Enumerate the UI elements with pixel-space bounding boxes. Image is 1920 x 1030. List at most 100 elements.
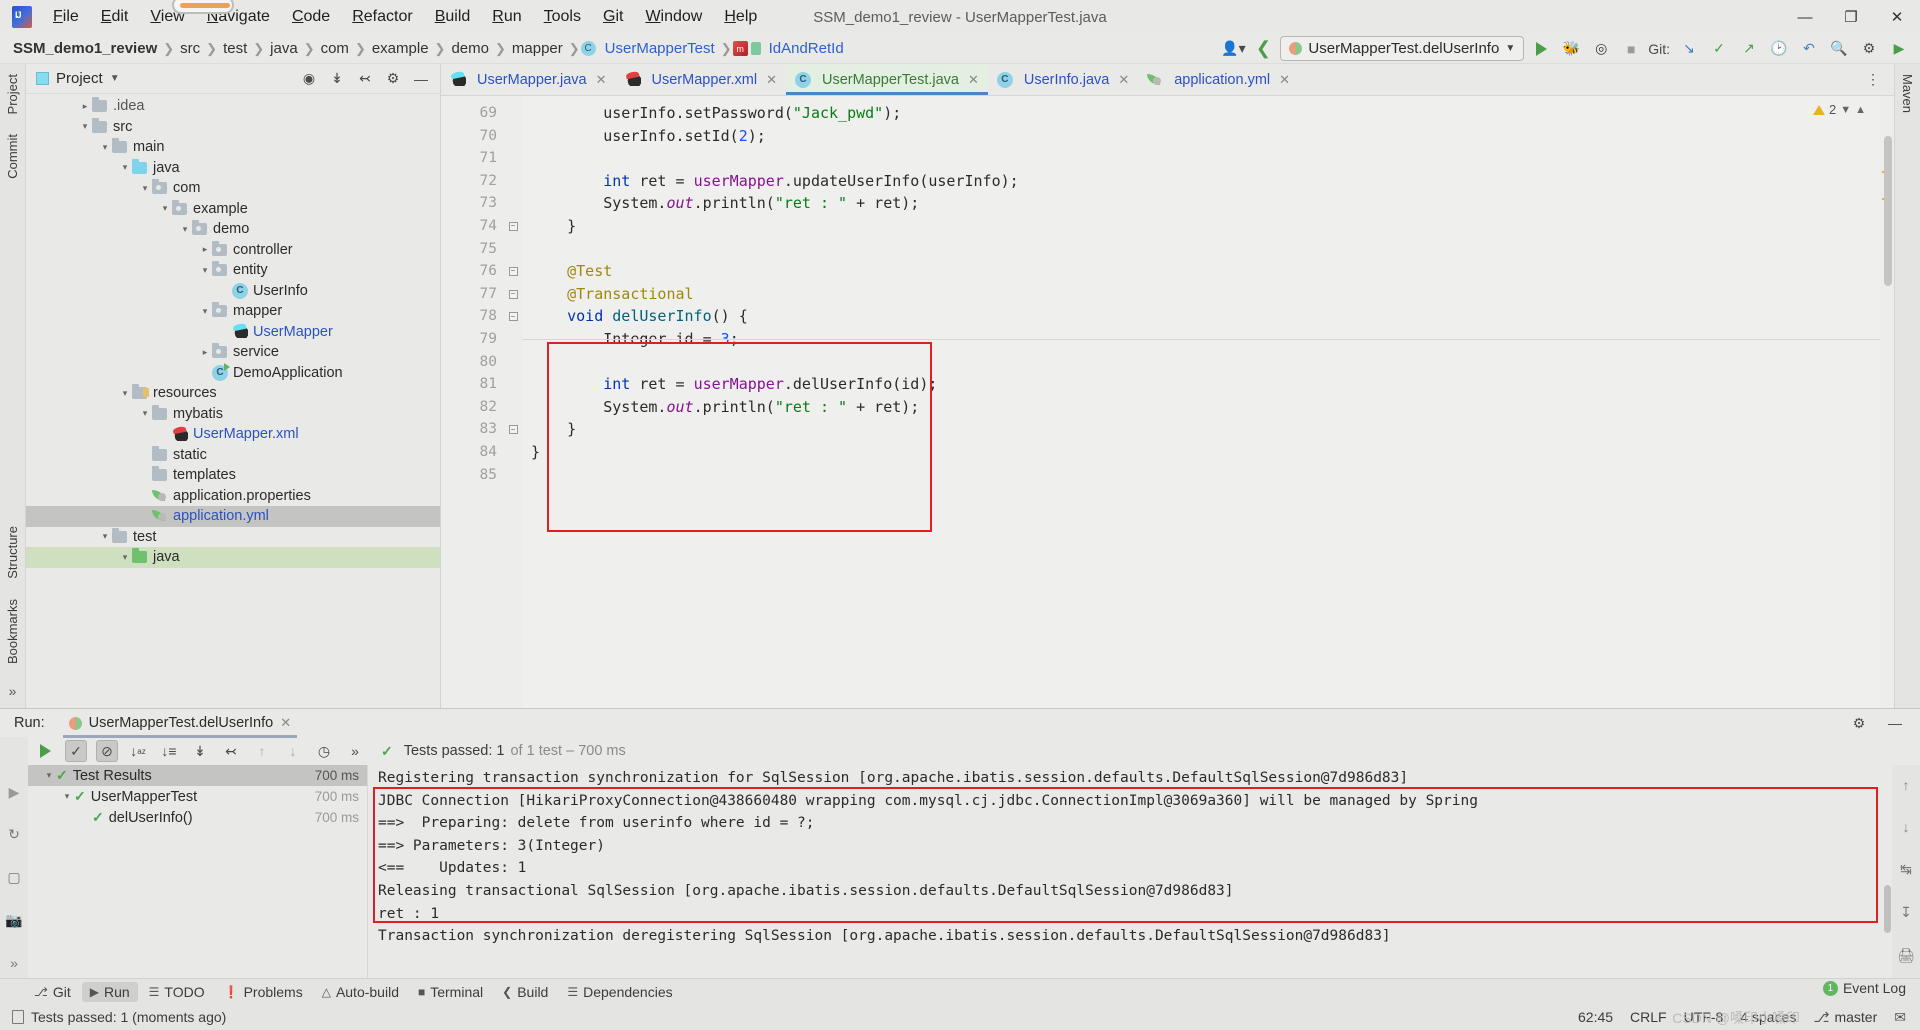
sidebar-tab-commit[interactable]: Commit — [1, 124, 24, 189]
editor-tab-usermappertest-java[interactable]: C UserMapperTest.java ✕ — [785, 64, 988, 95]
tree-toggle-arrow[interactable]: ▸ — [198, 347, 212, 358]
menu-refactor[interactable]: Refactor — [341, 4, 423, 30]
test-results-tree[interactable]: ▾ ✓ Test Results 700 ms ▾ ✓ UserMapperTest 700 … — [28, 765, 368, 978]
breadcrumb-item-demo[interactable]: demo ❯ — [446, 38, 506, 59]
line-separator[interactable]: CRLF — [1630, 1009, 1667, 1025]
more-tools-icon[interactable]: » — [2, 680, 24, 702]
fold-marker[interactable] — [503, 351, 523, 374]
test-history-icon[interactable]: ◷ — [313, 740, 335, 762]
scroll-from-source-icon[interactable]: ◉ — [296, 67, 322, 91]
indent-setting[interactable]: 4 spaces — [1740, 1009, 1796, 1025]
close-icon[interactable]: ✕ — [596, 72, 607, 88]
menu-git[interactable]: Git — [592, 4, 634, 30]
console-output[interactable]: Registering transaction synchronization … — [368, 765, 1892, 978]
user-avatar-icon[interactable]: 👤▾ — [1220, 37, 1246, 61]
project-settings-icon[interactable]: ⚙ — [380, 67, 406, 91]
fold-marker[interactable] — [503, 396, 523, 419]
tree-item-userinfo[interactable]: C UserInfo — [26, 281, 440, 302]
tree-item-mybatis[interactable]: ▾ mybatis — [26, 404, 440, 425]
tool-button-terminal[interactable]: ■ Terminal — [410, 982, 491, 1002]
next-failed-icon[interactable]: ↓ — [282, 740, 304, 762]
more-run-tools-icon[interactable]: » — [3, 953, 25, 972]
tree-toggle-arrow[interactable]: ▾ — [178, 224, 192, 235]
tree-item-mapper[interactable]: ▾ mapper — [26, 301, 440, 322]
editor-tab-usermapper-xml[interactable]: UserMapper.xml ✕ — [616, 64, 786, 95]
fold-marker[interactable] — [503, 192, 523, 215]
breadcrumb-item-src[interactable]: src ❯ — [175, 38, 218, 59]
file-encoding[interactable]: UTF-8 — [1684, 1009, 1724, 1025]
close-icon[interactable]: ✕ — [280, 715, 291, 731]
fold-marker[interactable]: − — [503, 305, 523, 328]
caret-position[interactable]: 62:45 — [1578, 1009, 1613, 1025]
tree-toggle-arrow[interactable]: ▸ — [78, 101, 92, 112]
fold-marker[interactable] — [503, 147, 523, 170]
breadcrumb-item-java[interactable]: java ❯ — [265, 38, 315, 59]
scroll-to-end-icon[interactable]: ↧ — [1895, 904, 1917, 921]
git-push-icon[interactable]: ↗ — [1736, 37, 1762, 61]
console-scrollbar[interactable] — [1884, 885, 1891, 933]
fold-marker[interactable] — [503, 441, 523, 464]
close-icon[interactable]: ✕ — [1118, 72, 1129, 88]
run-configuration-selector[interactable]: UserMapperTest.delUserInfo ▼ — [1280, 36, 1525, 61]
editor-tab-application-yml[interactable]: application.yml ✕ — [1138, 64, 1299, 95]
menu-edit[interactable]: Edit — [90, 4, 140, 30]
breadcrumb-item-test[interactable]: test ❯ — [218, 38, 265, 59]
tree-item-src[interactable]: ▾ src — [26, 117, 440, 138]
tool-button-git[interactable]: ⎇ Git — [26, 982, 79, 1002]
fold-marker[interactable] — [503, 170, 523, 193]
expand-all-icon[interactable]: ↡ — [324, 67, 350, 91]
screenshot-icon[interactable]: 📷 — [3, 911, 25, 930]
tree-item-templates[interactable]: templates — [26, 465, 440, 486]
settings-icon[interactable]: ⚙ — [1856, 37, 1882, 61]
prev-failed-icon[interactable]: ↑ — [251, 740, 273, 762]
menu-code[interactable]: Code — [281, 4, 341, 30]
menu-build[interactable]: Build — [424, 4, 482, 30]
tree-item-usermapper-xml[interactable]: UserMapper.xml — [26, 424, 440, 445]
test-tree-item-usermappertest[interactable]: ▾ ✓ UserMapperTest 700 ms — [28, 786, 367, 807]
tree-toggle-arrow[interactable]: ▾ — [138, 408, 152, 419]
run-tab-delUserInfo[interactable]: UserMapperTest.delUserInfo ✕ — [62, 713, 298, 738]
tree-item-example[interactable]: ▾ example — [26, 199, 440, 220]
back-arrow-icon[interactable]: ❮ — [1250, 37, 1276, 61]
tree-toggle-arrow[interactable]: ▾ — [98, 531, 112, 542]
event-log-button[interactable]: 1 Event Log — [1822, 980, 1906, 996]
fold-marker[interactable] — [503, 328, 523, 351]
notifications-icon[interactable]: ✉ — [1894, 1009, 1906, 1026]
close-button[interactable]: ✕ — [1874, 0, 1920, 34]
menu-run[interactable]: Run — [481, 4, 532, 30]
menu-window[interactable]: Window — [634, 4, 713, 30]
code-folding-column[interactable]: − − − − − — [503, 96, 523, 708]
breadcrumb-item-example[interactable]: example ❯ — [367, 38, 447, 59]
close-icon[interactable]: ✕ — [1279, 72, 1290, 88]
tree-toggle-arrow[interactable]: ▾ — [138, 183, 152, 194]
run-coverage-icon[interactable]: ◎ — [1588, 37, 1614, 61]
inspection-status-badge[interactable]: 2 ▼ ▲ — [1812, 102, 1866, 117]
breadcrumb-item-project[interactable]: SSM_demo1_review ❯ — [8, 38, 175, 59]
breadcrumb-item-usermappertest[interactable]: C UserMapperTest ❯ — [580, 38, 733, 59]
chevron-down-icon[interactable]: ▼ — [110, 73, 120, 84]
tool-button-build[interactable]: ❮ Build — [494, 982, 556, 1002]
search-icon[interactable]: 🔍 — [1826, 37, 1852, 61]
tree-item-java[interactable]: ▾ java — [26, 158, 440, 179]
menu-help[interactable]: Help — [713, 4, 768, 30]
tree-item-usermapper[interactable]: UserMapper — [26, 322, 440, 343]
fold-marker[interactable] — [503, 125, 523, 148]
soft-wrap-icon[interactable]: ↹ — [1895, 861, 1917, 878]
hide-panel-icon[interactable]: — — [408, 67, 434, 91]
tool-button-run[interactable]: ▶ Run — [81, 981, 138, 1002]
tree-item-controller[interactable]: ▸ controller — [26, 240, 440, 261]
export-results-icon[interactable]: ▢ — [3, 868, 25, 887]
run-icon[interactable] — [1528, 37, 1554, 61]
run-settings-icon[interactable]: ⚙ — [1846, 711, 1872, 735]
tree-toggle-arrow[interactable]: ▾ — [118, 552, 132, 563]
sidebar-tab-maven[interactable]: Maven — [1896, 64, 1919, 123]
menu-file[interactable]: FFileile — [42, 4, 90, 30]
hide-run-panel-icon[interactable]: — — [1882, 711, 1908, 735]
git-update-icon[interactable]: ↘ — [1676, 37, 1702, 61]
ide-update-icon[interactable]: ▶ — [1886, 37, 1912, 61]
debug-icon[interactable]: 🐝 — [1558, 37, 1584, 61]
minimize-button[interactable]: — — [1782, 0, 1828, 34]
fold-marker[interactable]: − — [503, 260, 523, 283]
code-editor[interactable]: 69 70 71 72 73 74 75 76 77 78 79 80 81 82 83 84 85 − − − − −… — [441, 96, 1894, 708]
tree-toggle-arrow[interactable]: ▾ — [78, 121, 92, 132]
